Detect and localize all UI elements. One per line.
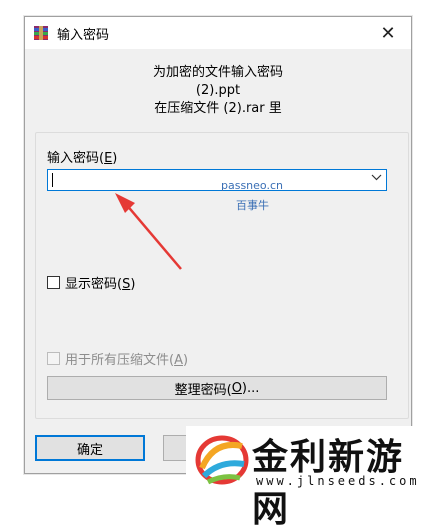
ok-button[interactable]: 确定 bbox=[35, 435, 145, 461]
winrar-icon bbox=[33, 25, 49, 41]
password-dialog: 输入密码 ✕ 为加密的文件输入密码 (2).ppt 在压缩文件 (2).rar … bbox=[24, 16, 412, 474]
chevron-down-icon[interactable] bbox=[371, 172, 382, 185]
password-label: 输入密码(E) bbox=[47, 151, 118, 166]
logo-url: www.jlnseeds.com bbox=[256, 474, 420, 488]
info-archive: 在压缩文件 (2).rar 里 bbox=[154, 101, 282, 116]
watermark-name: 百事牛 bbox=[236, 199, 269, 212]
file-info: 为加密的文件输入密码 (2).ppt 在压缩文件 (2).rar 里 bbox=[25, 64, 411, 118]
show-password-checkbox[interactable]: 显示密码(S) bbox=[47, 273, 135, 292]
info-filename: (2).ppt bbox=[195, 83, 241, 98]
watermark-url: passneo.cn bbox=[221, 179, 283, 192]
checkbox-box[interactable] bbox=[47, 276, 60, 289]
title-bar[interactable]: 输入密码 ✕ bbox=[25, 17, 411, 49]
site-logo: 金利新游网 www.jlnseeds.com bbox=[186, 426, 434, 530]
show-password-label: 显示密码(S) bbox=[65, 277, 136, 292]
close-icon[interactable]: ✕ bbox=[365, 17, 411, 49]
password-input[interactable] bbox=[47, 169, 387, 191]
window-title: 输入密码 bbox=[57, 28, 110, 43]
organize-passwords-button[interactable]: 整理密码(O)... bbox=[47, 376, 387, 400]
use-all-label: 用于所有压缩文件(A) bbox=[65, 353, 189, 368]
info-prompt: 为加密的文件输入密码 bbox=[152, 65, 283, 80]
checkbox-box[interactable] bbox=[47, 352, 60, 365]
use-all-archives-checkbox[interactable]: 用于所有压缩文件(A) bbox=[47, 349, 188, 368]
swirl-logo-icon bbox=[195, 435, 249, 485]
text-caret bbox=[52, 173, 53, 187]
red-arrow-annotation bbox=[115, 193, 182, 270]
